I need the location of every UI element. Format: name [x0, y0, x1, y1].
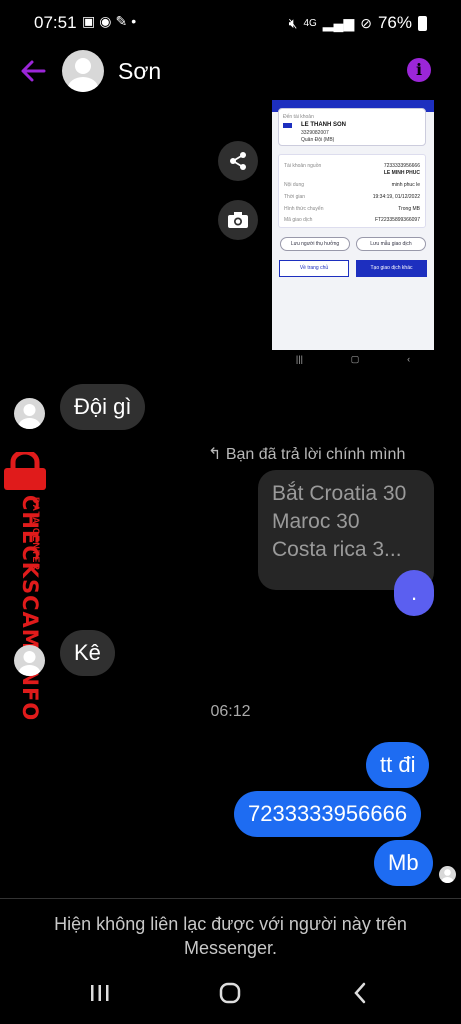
- outgoing-message[interactable]: .: [394, 570, 434, 616]
- battery-icon: [418, 15, 427, 31]
- save-recipient-pill: Lưu người thụ hưởng: [280, 237, 350, 251]
- detail-row: LE MINH PHUC: [383, 170, 420, 176]
- transaction-details: Tài khoản nguồn 7233333956666 LE MINH PHU…: [278, 154, 426, 228]
- sender-avatar[interactable]: [14, 398, 45, 429]
- seen-avatar: [439, 866, 456, 883]
- messenger-icon: ◉: [99, 13, 116, 29]
- mute-icon: 🔇︎: [288, 14, 298, 31]
- broom-icon: ✎: [115, 13, 132, 29]
- system-navigation-bar: [0, 960, 461, 1024]
- timestamp: 06:12: [210, 703, 251, 720]
- notification-icons: ▣◉✎•: [82, 13, 140, 30]
- network-label: 4G: [303, 17, 317, 29]
- gallery-icon: ▣: [82, 13, 100, 29]
- person-icon: [18, 404, 41, 429]
- screenshot-navbar: ||| ▢ ‹: [272, 350, 434, 368]
- person-icon: [441, 869, 454, 883]
- home-pill: Về trang chủ: [279, 260, 349, 277]
- sender-avatar[interactable]: [14, 645, 45, 676]
- status-bar: 07:51 ▣◉✎• 🔇︎ 4G ▂▄▆ ⊘ 76%: [0, 0, 461, 46]
- signal-icon: ▂▄▆: [322, 14, 355, 31]
- to-label: Đến tài khoản: [283, 114, 314, 120]
- share-icon: [230, 152, 246, 170]
- status-time: 07:51: [34, 13, 77, 32]
- arrow-left-icon: [21, 60, 46, 82]
- contact-name[interactable]: Sơn: [118, 58, 161, 85]
- reply-icon: ↰: [208, 446, 222, 463]
- back-nav-button[interactable]: [340, 978, 380, 1008]
- detail-row: Mã giao dịch FT22335899366097: [284, 217, 420, 223]
- share-button[interactable]: [218, 141, 258, 181]
- shared-transfer-screenshot[interactable]: Đến tài khoản LE THANH SON 3329082007 Qu…: [272, 100, 434, 368]
- divider: [0, 898, 461, 899]
- dot-icon: •: [131, 13, 141, 29]
- unavailable-message: Hiện không liên lạc được với người này t…: [54, 914, 407, 958]
- recipient-name: LE THANH SON: [301, 122, 346, 128]
- battery-level: 76%: [377, 13, 412, 32]
- home-icon: ▢: [350, 353, 360, 364]
- outgoing-message[interactable]: Mb: [374, 840, 433, 886]
- contact-avatar[interactable]: [62, 50, 104, 92]
- back-button[interactable]: [18, 56, 48, 86]
- info-button[interactable]: i: [407, 58, 431, 82]
- quote-line: Costa rica 3...: [272, 538, 402, 561]
- home-button[interactable]: [210, 978, 250, 1008]
- recents-button[interactable]: [80, 978, 120, 1008]
- outgoing-message[interactable]: 7233333956666: [234, 791, 422, 837]
- camera-button[interactable]: [218, 200, 258, 240]
- recents-icon: [91, 985, 109, 1001]
- detail-row: Nội dung minh phuc le: [284, 182, 420, 188]
- reply-note: ↰ Bạn đã trả lời chính mình: [208, 446, 406, 463]
- outgoing-message[interactable]: tt đi: [366, 742, 430, 788]
- detail-row: Thời gian 19:34:19, 01/12/2022: [284, 194, 420, 200]
- back-icon: ‹: [407, 354, 411, 364]
- recents-icon: |||: [295, 354, 303, 364]
- watermark-lock-icon: [2, 449, 48, 495]
- system-icons: 🔇︎ 4G ▂▄▆ ⊘ 76%: [289, 13, 427, 33]
- save-template-pill: Lưu mẫu giao dịch: [356, 237, 426, 251]
- incoming-message[interactable]: Đội gì: [60, 384, 146, 430]
- chat-header: Sơn i: [0, 46, 461, 98]
- chevron-left-icon: [354, 982, 366, 1004]
- recipient-card: Đến tài khoản LE THANH SON 3329082007 Qu…: [278, 108, 426, 146]
- person-icon: [18, 651, 41, 676]
- recipient-bank: Quân Đội (MB): [301, 137, 335, 143]
- detail-row: Hình thức chuyển Trong MB: [284, 206, 420, 212]
- recipient-account: 3329082007: [301, 130, 329, 136]
- home-icon: [219, 982, 241, 1004]
- quote-line: Bắt Croatia 30: [272, 482, 407, 505]
- person-icon: [68, 58, 98, 92]
- watermark-subtext: DATA CENTER: [31, 497, 41, 571]
- mb-logo: [283, 123, 292, 128]
- camera-icon: [228, 212, 248, 228]
- new-transaction-pill: Tạo giao dịch khác: [356, 260, 427, 277]
- dnd-icon: ⊘: [360, 14, 372, 31]
- incoming-message[interactable]: Kê: [60, 630, 115, 676]
- quote-line: Maroc 30: [272, 510, 360, 533]
